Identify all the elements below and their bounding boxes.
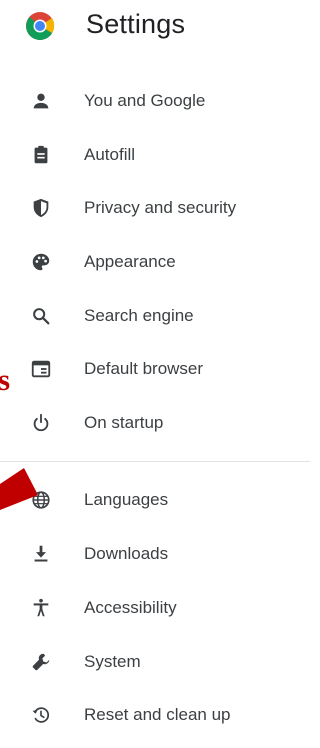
settings-header: Settings [0, 0, 310, 56]
shield-icon [28, 196, 54, 220]
sidebar-item-languages[interactable]: Languages [0, 475, 300, 525]
annotation-arrow [0, 462, 40, 522]
accessibility-icon [28, 596, 54, 620]
sidebar-item-appearance[interactable]: Appearance [0, 237, 300, 287]
palette-icon [28, 250, 54, 274]
nav-divider [0, 461, 310, 462]
sidebar-item-reset-and-clean-up[interactable]: Reset and clean up [0, 690, 300, 740]
sidebar-item-label: Appearance [84, 252, 176, 271]
wrench-icon [28, 650, 54, 674]
sidebar-item-label: Languages [84, 490, 169, 509]
person-icon [28, 89, 54, 113]
browser-window-icon [28, 357, 54, 381]
sidebar-item-default-browser[interactable]: Default browser [0, 344, 300, 394]
sidebar-item-label: Search engine [84, 306, 194, 325]
sidebar-item-label: You and Google [84, 91, 206, 110]
page-title: Settings [86, 9, 186, 39]
sidebar-item-you-and-google[interactable]: You and Google [0, 76, 300, 126]
sidebar-item-on-startup[interactable]: On startup [0, 398, 300, 448]
sidebar-item-autofill[interactable]: Autofill [0, 130, 300, 180]
sidebar-item-search-engine[interactable]: Search engine [0, 291, 300, 341]
sidebar-item-label: Reset and clean up [84, 705, 231, 724]
clipboard-icon [28, 143, 54, 167]
annotation-text: s [0, 362, 11, 397]
sidebar-item-downloads[interactable]: Downloads [0, 529, 300, 579]
sidebar-item-system[interactable]: System [0, 637, 300, 687]
sidebar-item-label: On startup [84, 413, 164, 432]
sidebar-item-label: Downloads [84, 544, 169, 563]
search-icon [28, 304, 54, 328]
sidebar-item-privacy-and-security[interactable]: Privacy and security [0, 183, 300, 233]
chrome-logo-icon [25, 11, 55, 41]
download-icon [28, 542, 54, 566]
power-icon [28, 411, 54, 435]
sidebar-item-label: Autofill [84, 145, 136, 164]
sidebar-item-accessibility[interactable]: Accessibility [0, 583, 300, 633]
sidebar-item-label: Accessibility [84, 598, 177, 617]
restore-icon [28, 703, 54, 727]
sidebar-item-label: Privacy and security [84, 198, 237, 217]
sidebar-item-label: System [84, 652, 141, 671]
sidebar-item-label: Default browser [84, 359, 204, 378]
